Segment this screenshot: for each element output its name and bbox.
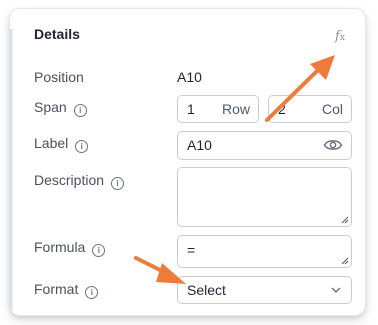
chevron-down-icon [331, 287, 341, 293]
format-label-row: Format i [34, 281, 99, 299]
position-label: Position [34, 69, 84, 85]
formula-fx-icon[interactable]: fx [335, 29, 345, 44]
span-label: Span [34, 99, 67, 115]
label-label-row: Label i [34, 135, 89, 153]
info-icon[interactable]: i [92, 244, 106, 257]
span-col-value: 2 [278, 101, 286, 117]
format-select[interactable]: Select [177, 276, 352, 304]
span-row-unit: Row [221, 101, 250, 117]
info-icon[interactable]: i [73, 104, 87, 117]
eye-icon[interactable] [323, 137, 343, 156]
span-row-input[interactable]: 1 Row [177, 95, 259, 123]
label-label: Label [34, 135, 69, 151]
formula-label-row: Formula i [34, 239, 106, 257]
panel-title: Details [34, 26, 80, 42]
description-label: Description [34, 172, 105, 188]
span-col-unit: Col [321, 101, 343, 117]
panel-edge [10, 29, 14, 315]
span-label-row: Span i [34, 99, 87, 117]
format-label: Format [34, 281, 79, 297]
formula-input[interactable]: = [177, 235, 352, 268]
label-input[interactable]: A10 [177, 131, 352, 160]
info-icon[interactable]: i [111, 177, 125, 190]
info-icon[interactable]: i [75, 140, 89, 153]
label-value: A10 [187, 137, 212, 153]
resize-handle-icon[interactable] [341, 216, 349, 224]
resize-handle-icon[interactable] [341, 257, 349, 265]
description-textarea[interactable] [177, 167, 352, 227]
formula-label: Formula [34, 239, 86, 255]
format-selected: Select [187, 282, 226, 298]
span-col-input[interactable]: 2 Col [268, 95, 352, 123]
info-icon[interactable]: i [85, 286, 99, 299]
position-value: A10 [177, 69, 202, 85]
span-row-value: 1 [187, 101, 195, 117]
formula-value: = [187, 242, 196, 258]
description-label-row: Description i [34, 172, 125, 190]
details-panel: Details fx Position A10 Span i 1 Row 2 Co… [10, 9, 365, 315]
